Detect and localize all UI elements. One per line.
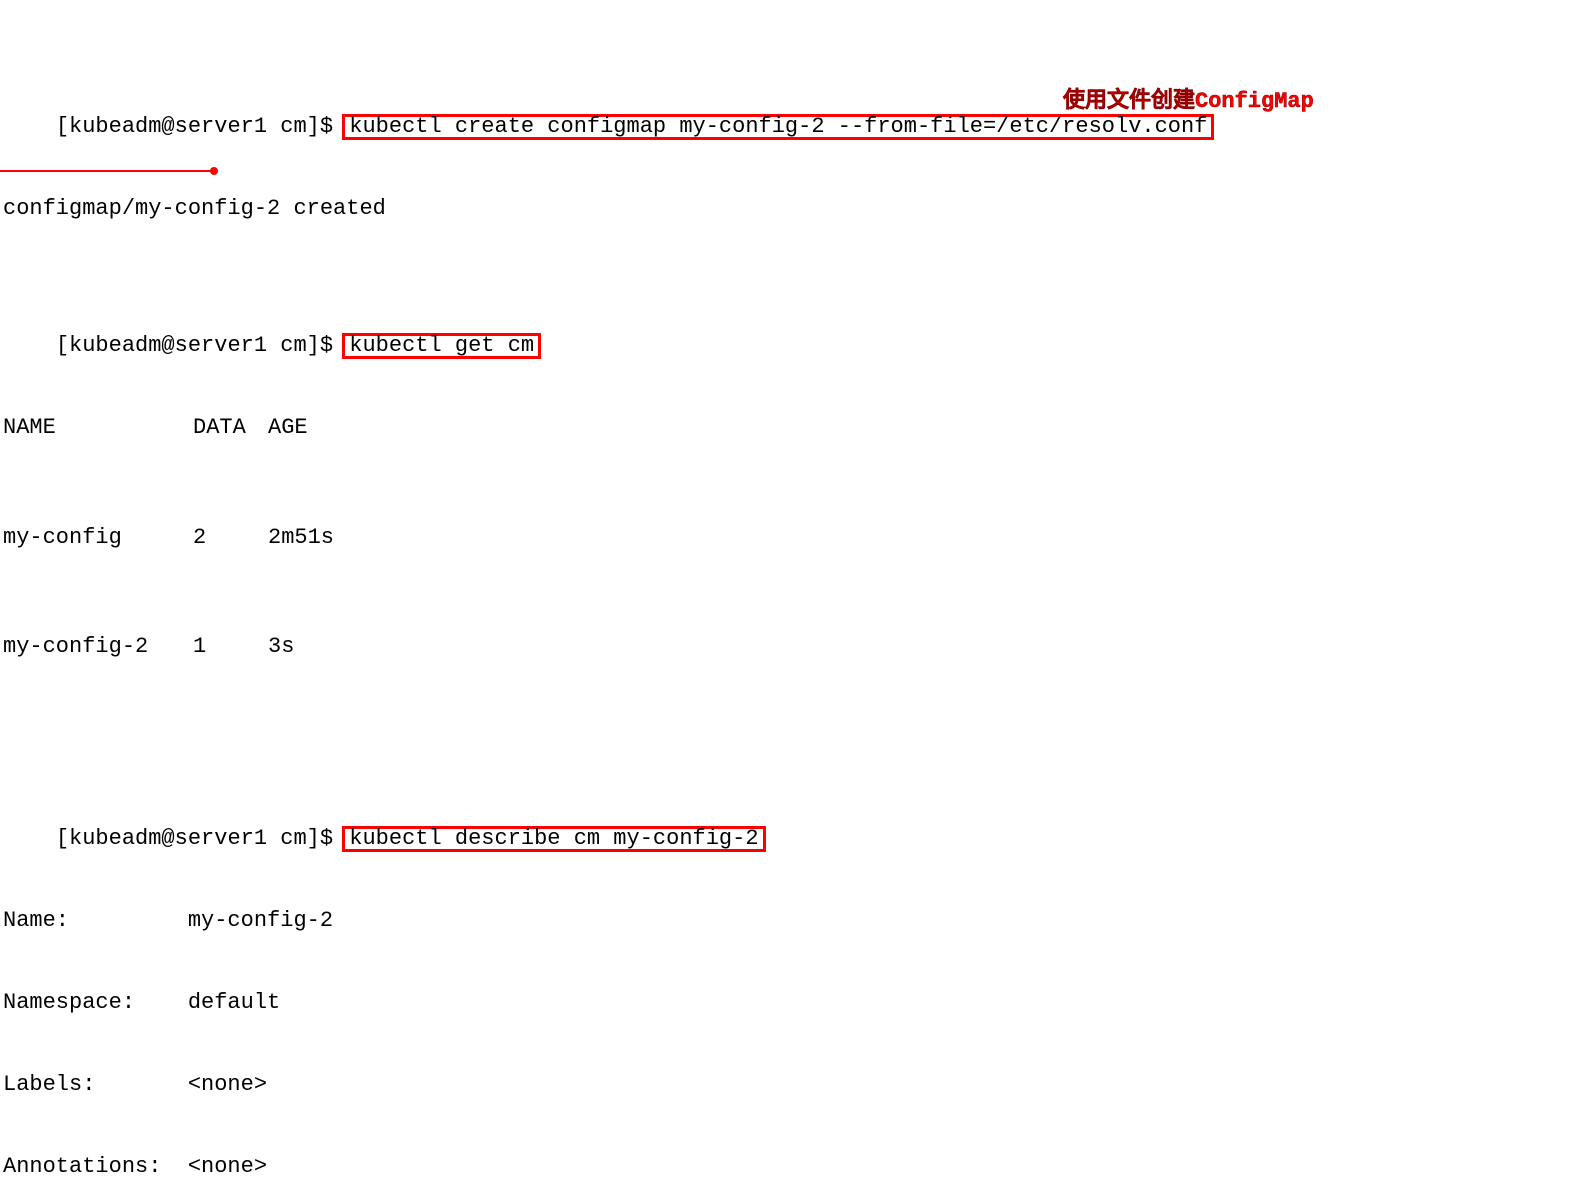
cell-name: my-config-2 <box>3 633 193 661</box>
cmd-line-2: [kubeadm@server1 cm]$ kubectl get cm <box>3 305 1589 332</box>
terminal-output: [kubeadm@server1 cm]$ kubectl create con… <box>0 0 1589 1180</box>
prompt-3: [kubeadm@server1 cm]$ <box>56 826 346 851</box>
describe-name: Name: my-config-2 <box>3 907 1589 934</box>
cmd-line-1: [kubeadm@server1 cm]$ kubectl create con… <box>3 86 1589 113</box>
describe-namespace: Namespace: default <box>3 989 1589 1016</box>
hdr-data: DATA <box>193 414 268 442</box>
cell-age: 2m51s <box>268 524 334 552</box>
prompt-1: [kubeadm@server1 cm]$ <box>56 114 346 139</box>
highlighted-cmd-1: kubectl create configmap my-config-2 --f… <box>342 114 1214 140</box>
describe-labels: Labels: <none> <box>3 1071 1589 1098</box>
highlighted-cmd-2: kubectl get cm <box>342 333 541 359</box>
cmd-line-3: [kubeadm@server1 cm]$ kubectl describe c… <box>3 798 1589 825</box>
annotation-create-from-file: 使用文件创建ConfigMap <box>1063 88 1314 116</box>
cell-data: 2 <box>193 524 268 552</box>
hdr-age: AGE <box>268 414 308 442</box>
desc-name-text: Name: my-config-2 <box>3 908 333 933</box>
describe-annotations: Annotations: <none> <box>3 1153 1589 1180</box>
table-row: my-config-213s <box>3 633 1589 660</box>
cell-age: 3s <box>268 633 294 661</box>
desc-labels-text: Labels: <none> <box>3 1072 267 1097</box>
table-row: my-config22m51s <box>3 524 1589 551</box>
created-text: configmap/my-config-2 created <box>3 196 386 221</box>
table-header: NAMEDATAAGE <box>3 414 1589 441</box>
cell-data: 1 <box>193 633 268 661</box>
cell-name: my-config <box>3 524 193 552</box>
output-created: configmap/my-config-2 created <box>3 195 1589 222</box>
hdr-name: NAME <box>3 414 193 442</box>
highlighted-cmd-3: kubectl describe cm my-config-2 <box>342 826 765 852</box>
prompt-2: [kubeadm@server1 cm]$ <box>56 333 346 358</box>
desc-anno-text: Annotations: <none> <box>3 1154 267 1179</box>
desc-ns-text: Namespace: default <box>3 990 280 1015</box>
